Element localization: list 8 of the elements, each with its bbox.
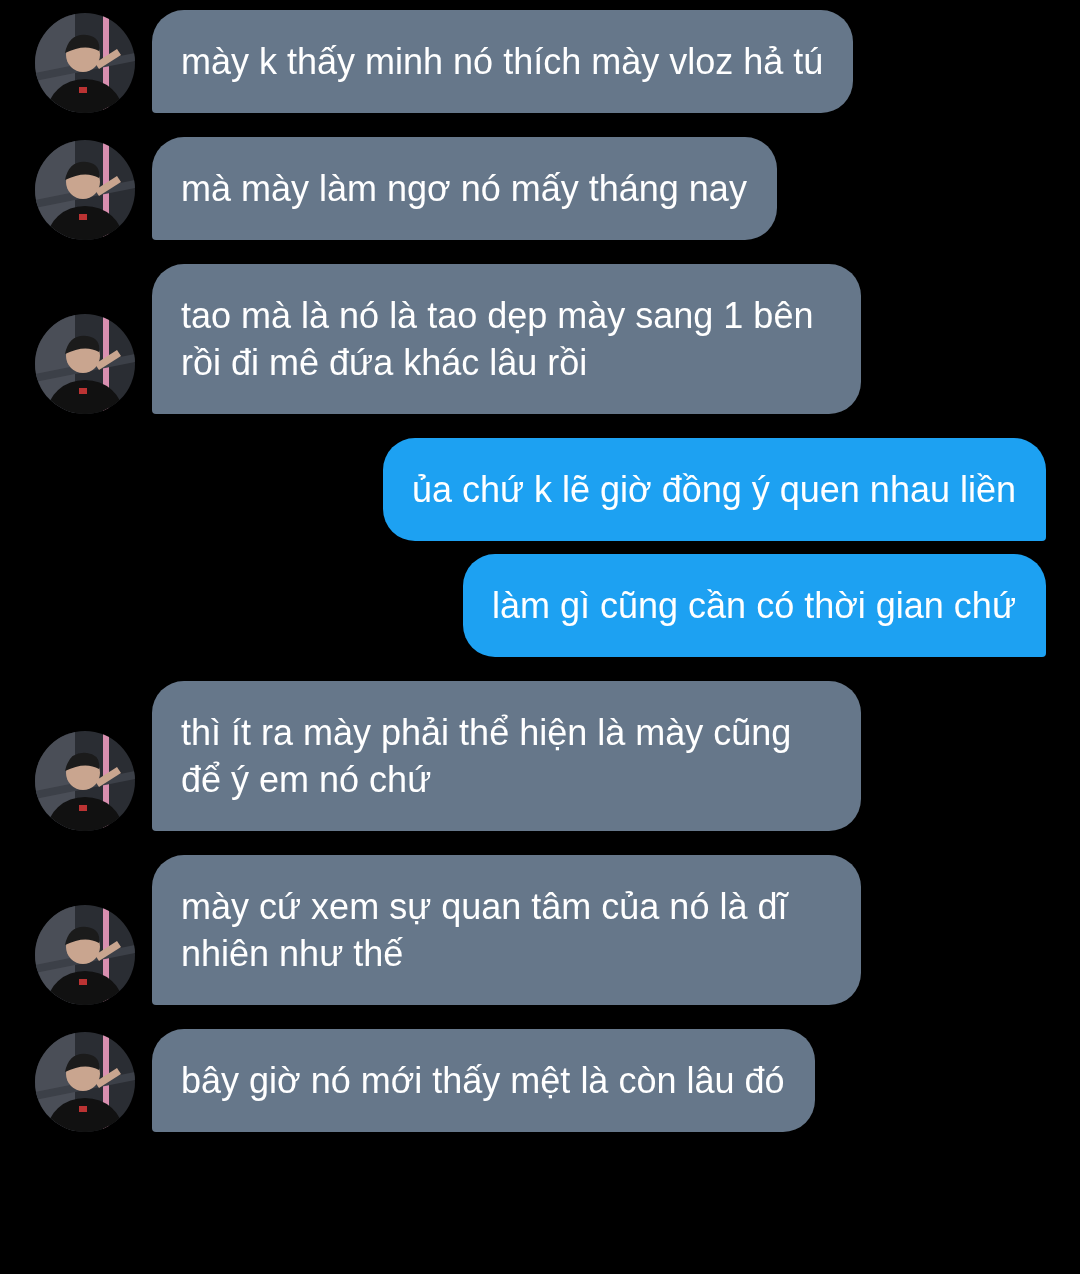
message-bubble: mà mày làm ngơ nó mấy tháng nay: [152, 137, 777, 240]
message-bubble: bây giờ nó mới thấy mệt là còn lâu đó: [152, 1029, 815, 1132]
message-bubble: làm gì cũng cần có thời gian chứ: [463, 554, 1046, 657]
message-bubble: mày k thấy minh nó thích mày vloz hả tú: [152, 10, 854, 113]
message-bubble: ủa chứ k lẽ giờ đồng ý quen nhau liền: [382, 438, 1046, 541]
message-bubble: mày cứ xem sự quan tâm của nó là dĩ nhiên như thế: [152, 855, 861, 1005]
message-bubble: tao mà là nó là tao dẹp mày sang 1 bên rồi đi mê đứa khác lâu rồi: [152, 264, 861, 414]
message-bubble: thì ít ra mày phải thể hiện là mày cũng để ý em nó chứ: [152, 681, 861, 831]
